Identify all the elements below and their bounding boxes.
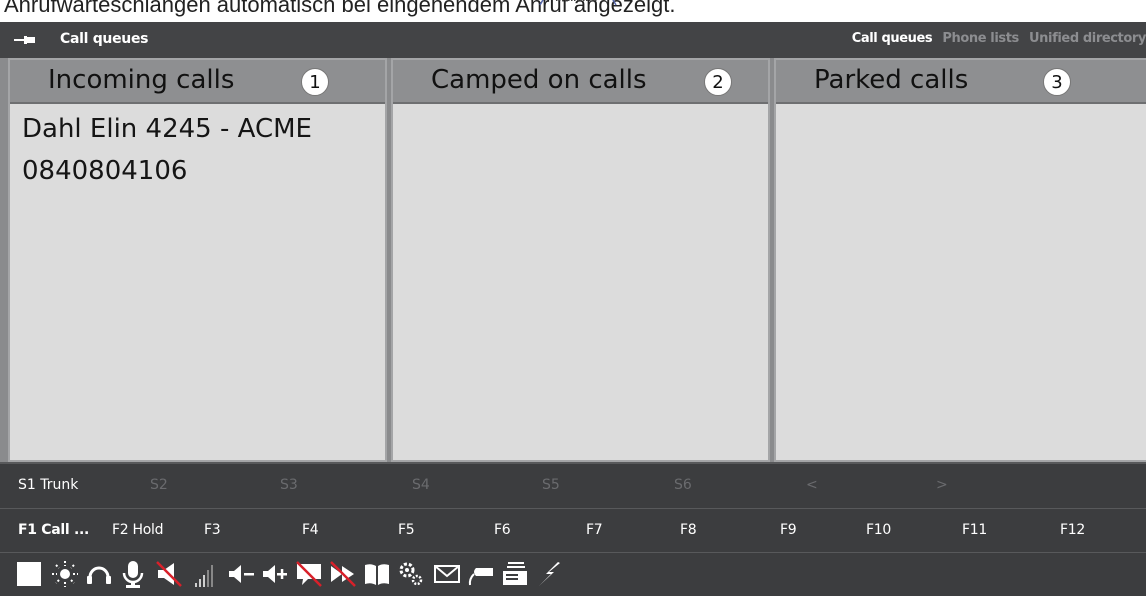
pin-icon[interactable] (14, 34, 36, 46)
call-queues-window: Call queues Call queues Phone lists Unif… (0, 22, 1146, 596)
gears-icon[interactable] (396, 559, 426, 589)
headset-icon[interactable] (84, 559, 114, 589)
function-key-bar: F1 Call ... F2 Hold F3 F4 F5 F6 F7 F8 F9… (0, 508, 1146, 552)
panel-number-badge: 3 (1043, 68, 1071, 96)
microphone-icon[interactable] (118, 559, 148, 589)
panel-header: Parked calls 3 (776, 60, 1146, 104)
f7-key[interactable]: F7 (586, 522, 603, 538)
nav-unified-directory[interactable]: Unified directory (1029, 31, 1146, 46)
status-icon-bar (0, 552, 1146, 596)
s-key-bar: S1 Trunk S2 S3 S4 S5 S6 < > (0, 462, 1146, 508)
handset-icon[interactable] (466, 559, 496, 589)
s4-key[interactable]: S4 (412, 477, 430, 493)
panel-header: Camped on calls 2 (393, 60, 768, 104)
lightning-icon[interactable] (534, 559, 564, 589)
caption-bar: Anrufwarteschlangen automatisch bei eing… (0, 0, 1146, 20)
next-page-button[interactable]: > (936, 477, 948, 493)
message-blocked-icon[interactable] (294, 559, 324, 589)
incoming-call-caller[interactable]: Dahl Elin 4245 - ACME (22, 108, 381, 150)
volume-up-icon[interactable] (260, 559, 290, 589)
brightness-icon[interactable] (50, 559, 80, 589)
mail-icon[interactable] (432, 559, 462, 589)
incoming-calls-panel: Incoming calls 1 Dahl Elin 4245 - ACME 0… (8, 58, 387, 462)
f4-key[interactable]: F4 (302, 522, 319, 538)
parked-calls-panel: Parked calls 3 (774, 58, 1146, 462)
s1-trunk-key[interactable]: S1 Trunk (18, 477, 78, 493)
panel-number-badge: 2 (704, 68, 732, 96)
s6-key[interactable]: S6 (674, 477, 692, 493)
camped-on-calls-panel: Camped on calls 2 (391, 58, 770, 462)
s2-key[interactable]: S2 (150, 477, 168, 493)
nav-phone-lists[interactable]: Phone lists (942, 31, 1019, 46)
s3-key[interactable]: S3 (280, 477, 298, 493)
forward-blocked-icon[interactable] (328, 559, 358, 589)
window-header: Call queues Call queues Phone lists Unif… (0, 22, 1146, 58)
f1-call-key[interactable]: F1 Call ... (18, 522, 89, 538)
f10-key[interactable]: F10 (866, 522, 891, 538)
speaker-muted-icon[interactable] (154, 559, 184, 589)
call-list: Dahl Elin 4245 - ACME 0840804106 (22, 108, 381, 192)
f12-key[interactable]: F12 (1060, 522, 1085, 538)
incoming-call-number[interactable]: 0840804106 (22, 150, 381, 192)
fax-icon[interactable] (500, 559, 530, 589)
white-square-icon[interactable] (14, 559, 44, 589)
previous-page-button[interactable]: < (806, 477, 818, 493)
volume-down-icon[interactable] (226, 559, 256, 589)
f8-key[interactable]: F8 (680, 522, 697, 538)
f2-hold-key[interactable]: F2 Hold (112, 522, 163, 538)
f6-key[interactable]: F6 (494, 522, 511, 538)
queue-panels: Incoming calls 1 Dahl Elin 4245 - ACME 0… (0, 58, 1146, 462)
nav-call-queues[interactable]: Call queues (852, 31, 933, 46)
panel-title: Camped on calls (431, 65, 647, 95)
window-title: Call queues (60, 31, 149, 47)
f11-key[interactable]: F11 (962, 522, 987, 538)
panel-header: Incoming calls 1 (10, 60, 385, 104)
f5-key[interactable]: F5 (398, 522, 415, 538)
panel-title: Incoming calls (48, 65, 235, 95)
s5-key[interactable]: S5 (542, 477, 560, 493)
book-icon[interactable] (362, 559, 392, 589)
panel-number-badge: 1 (301, 68, 329, 96)
signal-bars-icon[interactable] (190, 559, 220, 589)
f3-key[interactable]: F3 (204, 522, 221, 538)
f9-key[interactable]: F9 (780, 522, 797, 538)
drag-grip-icon[interactable] (538, 0, 618, 6)
view-nav: Call queues Phone lists Unified director… (846, 31, 1146, 46)
panel-title: Parked calls (814, 65, 969, 95)
